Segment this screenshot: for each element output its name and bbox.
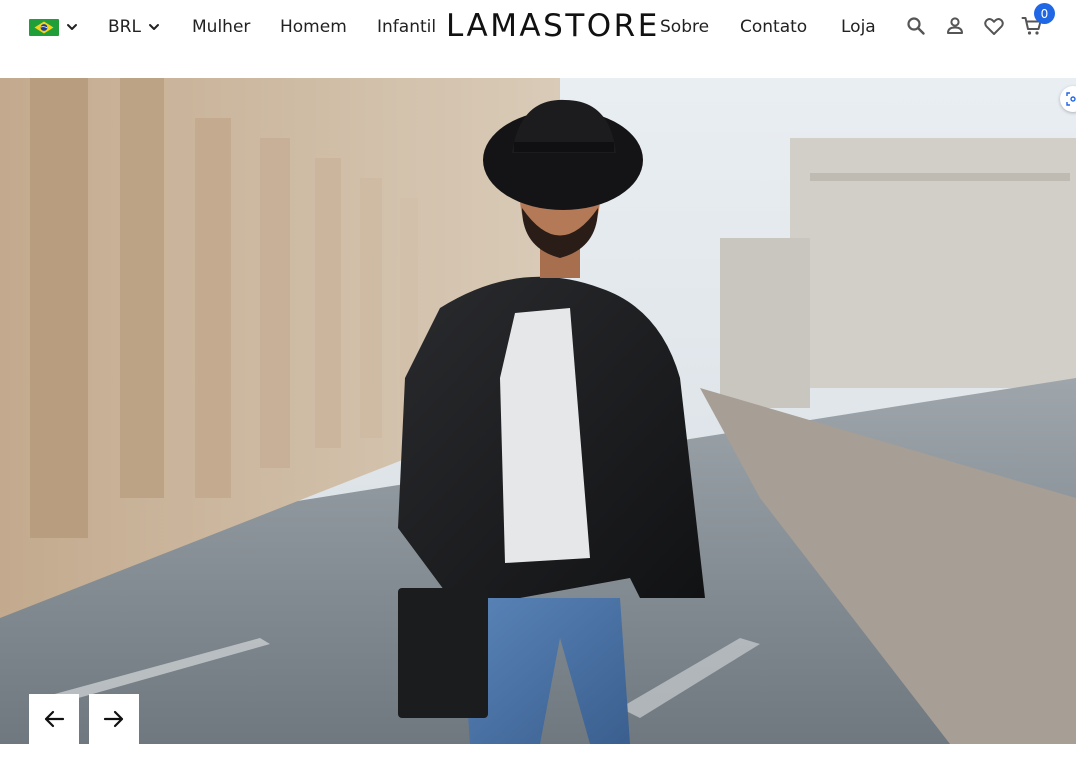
currency-selector[interactable]: BRL (108, 14, 161, 40)
slider-next-button[interactable] (89, 694, 139, 744)
search-icon[interactable] (904, 14, 928, 38)
chevron-down-icon (148, 24, 159, 30)
nav-link-contato[interactable]: Contato (740, 14, 807, 40)
cart-count-badge: 0 (1034, 3, 1055, 24)
nav-link-mulher[interactable]: Mulher (192, 14, 250, 40)
nav-link-infantil[interactable]: Infantil (377, 14, 436, 40)
country-selector[interactable] (29, 14, 79, 40)
nav-link-loja[interactable]: Loja (841, 14, 876, 40)
arrow-right-icon (103, 710, 124, 728)
slider-prev-button[interactable] (29, 694, 79, 744)
hero-slider (0, 78, 1076, 744)
hero-photo (0, 78, 1076, 744)
site-header: BRL Mulher Homem Infantil LAMASTORE Sobr… (0, 0, 1076, 54)
heart-icon[interactable] (982, 14, 1006, 38)
chevron-down-icon (67, 24, 77, 30)
currency-label: BRL (108, 17, 141, 37)
nav-link-sobre[interactable]: Sobre (660, 14, 709, 40)
arrow-left-icon (44, 710, 65, 728)
user-icon[interactable] (943, 14, 967, 38)
nav-link-homem[interactable]: Homem (280, 14, 347, 40)
brazil-flag-icon (29, 18, 59, 36)
store-logo[interactable]: LAMASTORE (446, 6, 660, 46)
